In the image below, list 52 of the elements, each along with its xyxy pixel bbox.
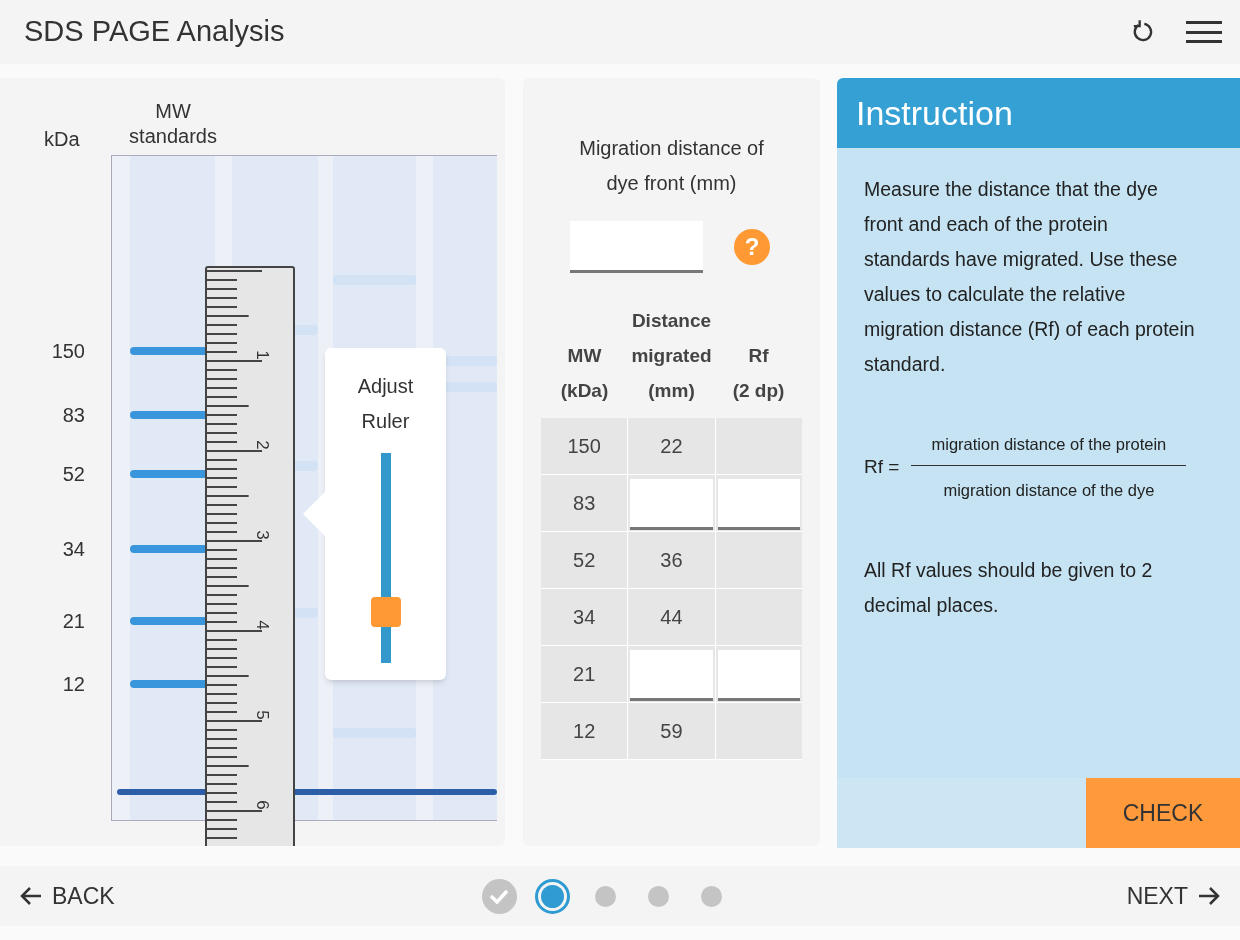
table-cell: 34 <box>541 589 629 645</box>
ruler-number: 5 <box>251 710 272 720</box>
ruler-number: 6 <box>251 800 272 810</box>
kda-label: 21 <box>62 609 85 633</box>
panel-title: Instruction <box>837 78 1240 148</box>
next-button[interactable]: NEXT <box>1020 878 1220 914</box>
next-arrow-icon <box>1198 886 1220 906</box>
kda-label: 52 <box>62 462 85 486</box>
menu-icon[interactable] <box>1186 18 1222 46</box>
column-header: Distance migrated (mm) <box>630 309 713 403</box>
table-cell: 59 <box>628 703 716 759</box>
slider-thumb[interactable] <box>370 597 401 627</box>
instruction-note: All Rf values should be given to 2 decimal places. <box>864 557 1154 618</box>
table-cell: 150 <box>541 418 629 474</box>
table-cell: 22 <box>628 418 716 474</box>
formula-denominator: migration distance of the dye <box>943 479 1155 501</box>
ruler-number: 4 <box>251 620 272 630</box>
kda-label: 34 <box>62 537 85 561</box>
table-cell: 52 <box>541 532 629 588</box>
kda-label: 12 <box>62 672 85 696</box>
lane-heading: MW standards <box>128 99 218 149</box>
axis-heading: kDa <box>44 127 80 152</box>
table-cell: 44 <box>628 589 716 645</box>
ruler-number: 3 <box>251 530 272 540</box>
ruler-number: 2 <box>251 440 272 450</box>
check-icon <box>489 888 509 904</box>
column-header: Rf (2 dp) <box>731 344 786 403</box>
table-cell: 83 <box>541 475 629 531</box>
adjust-ruler-label: Adjust Ruler <box>356 374 415 434</box>
current-step[interactable] <box>534 878 570 914</box>
ruler[interactable]: 1 2 3 4 5 6 <box>205 266 295 846</box>
back-arrow-icon <box>20 886 42 906</box>
kda-label: 150 <box>51 339 85 363</box>
column-header: MW (kDa) <box>559 344 610 403</box>
instruction-text: Measure the distance that the dye front and each of the protein standards have migrated. Use these values to calculate the relative migration distance (Rf) of each protein standard. <box>864 177 1195 377</box>
table-input[interactable] <box>717 649 800 701</box>
ruler-number: 1 <box>251 350 272 360</box>
table-input[interactable] <box>630 649 713 701</box>
slider-track[interactable] <box>370 453 401 663</box>
table-input[interactable] <box>717 478 800 530</box>
check-button[interactable]: CHECK <box>1086 778 1240 848</box>
kda-label: 83 <box>62 403 85 427</box>
dye-front-input[interactable] <box>570 221 703 273</box>
formula-numerator: migration distance of the protein <box>931 434 1167 455</box>
table-input[interactable] <box>630 478 713 530</box>
dye-front-label: Migration distance of dye front (mm) <box>579 136 764 196</box>
table-cell: 12 <box>541 703 629 759</box>
table-cell: 21 <box>541 646 629 702</box>
app-title: SDS PAGE Analysis <box>24 14 286 50</box>
back-button[interactable]: BACK <box>20 878 220 914</box>
table-cell: 36 <box>628 532 716 588</box>
formula-lhs: Rf = <box>864 455 900 479</box>
